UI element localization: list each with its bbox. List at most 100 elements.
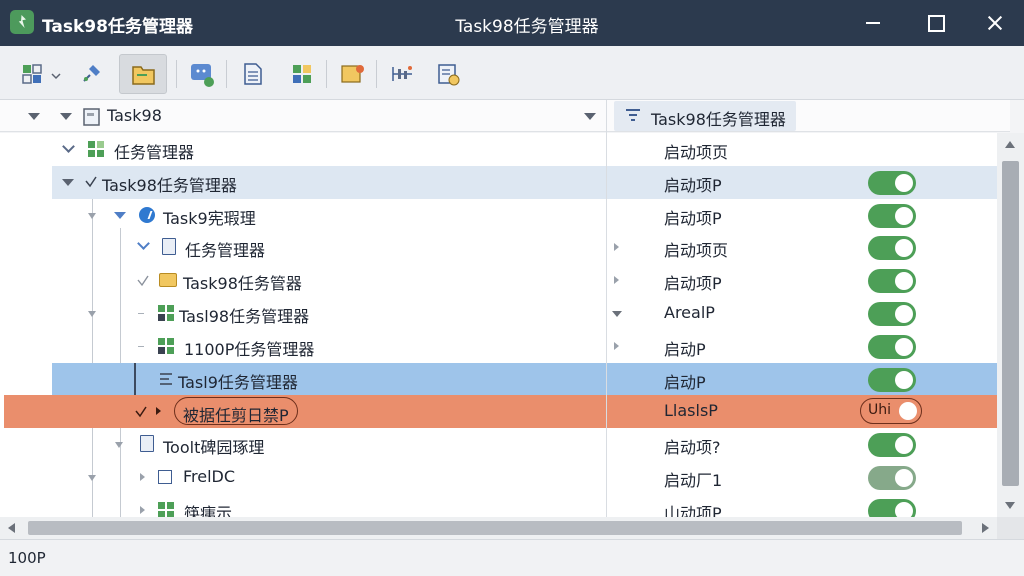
tree-row[interactable]: 筷痍示 山动项P — [0, 494, 997, 517]
scroll-right-icon[interactable] — [982, 523, 989, 533]
toggle-switch[interactable] — [868, 203, 916, 228]
root-label: Task98 — [107, 106, 162, 125]
row-value: LlaslsP — [664, 401, 718, 421]
collapse-icon[interactable] — [88, 311, 96, 317]
expand-arrow-icon[interactable] — [614, 276, 619, 285]
document-icon — [244, 63, 262, 85]
expand-arrow-icon[interactable] — [140, 473, 145, 481]
grid-button[interactable] — [282, 54, 322, 94]
collapse-icon[interactable] — [62, 178, 74, 186]
chevron-down-icon[interactable] — [137, 237, 150, 251]
toggle-knob — [895, 370, 913, 389]
tree-row[interactable]: Tasl​9任务管理器 启动P — [0, 362, 997, 396]
tree-row[interactable]: FrelDC 启动厂1 — [0, 461, 997, 494]
tree-row[interactable]: 被据任剪日禁P LlaslsP Uhi — [0, 395, 997, 428]
folder-open-icon — [132, 66, 155, 85]
tree-view[interactable]: 任务管理器 启动项页 Task98任务管理器 启动项P Task9宪瑕理 启动项… — [0, 133, 997, 517]
check-icon — [137, 275, 149, 287]
row-label: Task98任务管器 — [183, 274, 302, 294]
open-folder-button[interactable] — [119, 54, 167, 94]
chevron-down-icon[interactable] — [62, 140, 75, 153]
tree-row[interactable]: 任务管理器 启动项页 — [0, 133, 997, 166]
row-value: 启动P — [664, 339, 706, 359]
toggle-label: Uhi — [868, 402, 892, 419]
tree-row[interactable]: Task98任务管器 启动项P — [0, 264, 997, 297]
row-label: 任务管理器 — [185, 241, 266, 261]
title-bar[interactable]: Task98任务管理器 Task98任务管理器 — [0, 0, 1024, 46]
column-separator[interactable] — [606, 100, 607, 518]
tree-row[interactable]: Toolt碑园琢理 启动项? — [0, 428, 997, 461]
layout-icon — [22, 64, 61, 84]
toolbar — [0, 46, 1024, 100]
grid-node-icon — [158, 337, 174, 354]
toggle-knob — [895, 206, 913, 225]
tag-button[interactable] — [332, 54, 372, 94]
tree-row[interactable]: 任务管理器 启动项页 — [0, 231, 997, 264]
expand-arrow-icon[interactable] — [156, 407, 161, 416]
scroll-left-icon[interactable] — [8, 523, 15, 533]
filter-icon — [626, 109, 640, 121]
minimize-button[interactable] — [858, 8, 888, 38]
scroll-up-icon[interactable] — [1005, 141, 1015, 148]
check-icon — [85, 176, 97, 188]
toggle-switch[interactable] — [868, 236, 916, 261]
toggle-switch[interactable] — [868, 367, 916, 392]
tree-row[interactable]: Tasl98任务管理器 ArealP — [0, 297, 997, 330]
toggle-knob — [895, 469, 913, 487]
expand-arrow-icon[interactable] — [612, 311, 622, 317]
collapse-icon[interactable] — [88, 212, 96, 219]
toggle-switch[interactable] — [868, 170, 916, 195]
expand-icon[interactable] — [114, 211, 126, 219]
collapse-icon[interactable] — [88, 475, 96, 481]
toggle-switch[interactable] — [868, 466, 916, 490]
toggle-knob — [895, 337, 913, 356]
row-label: Toolt碑园琢理 — [163, 438, 265, 458]
monitor-button[interactable] — [182, 54, 222, 94]
column-header-chip[interactable]: Task98任务管理器 — [614, 101, 796, 131]
row-label: Task9宪瑕理 — [163, 208, 256, 228]
horizontal-scroll-thumb[interactable] — [28, 521, 962, 535]
row-label: FrelDC — [183, 467, 236, 486]
scroll-down-icon[interactable] — [1005, 502, 1015, 509]
toolbar-separator — [176, 60, 177, 88]
root-dropdown-icon[interactable] — [584, 113, 596, 120]
root-expand-icon[interactable] — [60, 113, 72, 120]
toggle-switch-error[interactable]: Uhi — [860, 398, 922, 425]
row-value: 启动项页 — [664, 143, 729, 162]
collapse-icon[interactable] — [115, 442, 123, 449]
tree-row[interactable]: Task98任务管理器 启动项P — [0, 166, 997, 199]
column-header-label: Task98任务管理器 — [651, 110, 786, 129]
maximize-button[interactable] — [920, 8, 950, 38]
tree-row[interactable]: Task9宪瑕理 启动项P — [0, 199, 997, 232]
settings-doc-button[interactable] — [428, 54, 468, 94]
toggle-switch[interactable] — [868, 334, 916, 359]
toggle-switch[interactable] — [868, 269, 916, 294]
row-label: Task98任务管理器 — [102, 175, 237, 195]
document-button[interactable] — [232, 54, 272, 94]
chart-button[interactable] — [382, 54, 422, 94]
vertical-scrollbar[interactable] — [997, 133, 1024, 517]
process-icon — [139, 206, 155, 223]
grid-icon — [293, 65, 311, 83]
row-label: 任务管理器 — [114, 143, 195, 162]
pin-button[interactable] — [72, 54, 112, 94]
horizontal-scrollbar[interactable] — [0, 517, 997, 539]
status-text: 100P — [8, 549, 46, 567]
check-icon — [135, 406, 147, 418]
grid-node-icon — [158, 501, 174, 517]
toggle-switch[interactable] — [868, 302, 916, 326]
tree-row[interactable]: 1100P任务管理器 启动P — [0, 330, 997, 363]
toggle-knob — [895, 239, 913, 258]
row-value: 启动P — [664, 372, 706, 392]
expand-arrow-icon[interactable] — [614, 341, 619, 350]
status-bar: 100P — [0, 539, 1024, 576]
expand-arrow-icon[interactable] — [140, 505, 145, 514]
vertical-scroll-thumb[interactable] — [1002, 161, 1019, 486]
toggle-switch[interactable] — [868, 498, 916, 517]
toggle-switch[interactable] — [868, 433, 916, 458]
toggle-knob — [895, 173, 913, 192]
expand-arrow-icon[interactable] — [614, 243, 619, 252]
view-layout-button[interactable] — [16, 54, 66, 94]
expand-all-icon[interactable] — [28, 113, 40, 120]
close-button[interactable] — [980, 8, 1010, 38]
